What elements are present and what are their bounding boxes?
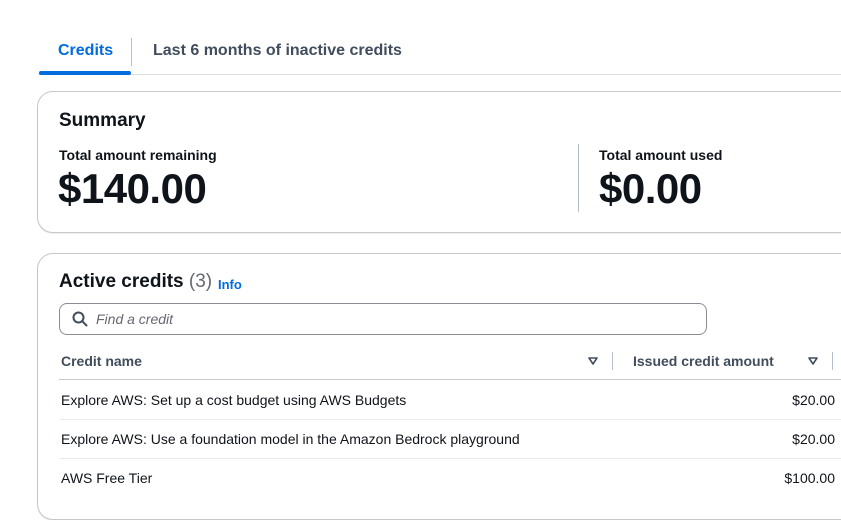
column-header-issued-amount[interactable]: Issued credit amount: [633, 353, 774, 369]
sort-caret-down-icon[interactable]: [808, 357, 818, 365]
active-tab-indicator: [39, 71, 131, 75]
total-used-label: Total amount used: [599, 147, 723, 163]
summary-card: Summary Total amount remaining $140.00 T…: [37, 91, 841, 233]
credit-amount-cell: $20.00: [792, 431, 835, 447]
sort-caret-down-icon[interactable]: [588, 357, 598, 365]
active-credits-title: Active credits: [59, 271, 184, 292]
credit-name-cell: Explore AWS: Use a foundation model in t…: [61, 431, 520, 447]
table-row: Explore AWS: Use a foundation model in t…: [59, 419, 841, 459]
credit-name-cell: Explore AWS: Set up a cost budget using …: [61, 392, 407, 408]
total-used-value: $0.00: [599, 165, 702, 212]
column-separator[interactable]: [612, 352, 613, 370]
search-icon: [72, 311, 88, 327]
search-box: [59, 303, 707, 335]
credit-name-cell: AWS Free Tier: [61, 470, 153, 486]
active-credits-heading: Active credits (3): [59, 271, 212, 293]
table-row: AWS Free Tier $100.00: [59, 458, 841, 497]
active-credits-card: Active credits (3) Info Credit name Issu…: [37, 253, 841, 520]
column-header-credit-name[interactable]: Credit name: [61, 353, 142, 369]
active-credits-count: (3): [188, 271, 213, 292]
credit-amount-cell: $100.00: [784, 470, 835, 486]
search-input[interactable]: [96, 307, 686, 331]
tab-divider: [131, 38, 132, 66]
total-remaining-value: $140.00: [58, 165, 207, 212]
credit-amount-cell: $20.00: [792, 392, 835, 408]
tab-bar: Credits Last 6 months of inactive credit…: [38, 36, 841, 75]
tab-inactive-credits[interactable]: Last 6 months of inactive credits: [153, 42, 402, 60]
summary-title: Summary: [59, 110, 146, 131]
column-separator[interactable]: [832, 352, 833, 370]
total-remaining-label: Total amount remaining: [59, 147, 217, 163]
table-row: Explore AWS: Set up a cost budget using …: [59, 380, 841, 420]
info-link[interactable]: Info: [218, 277, 242, 292]
metric-divider: [578, 144, 579, 212]
tab-credits[interactable]: Credits: [58, 42, 113, 60]
